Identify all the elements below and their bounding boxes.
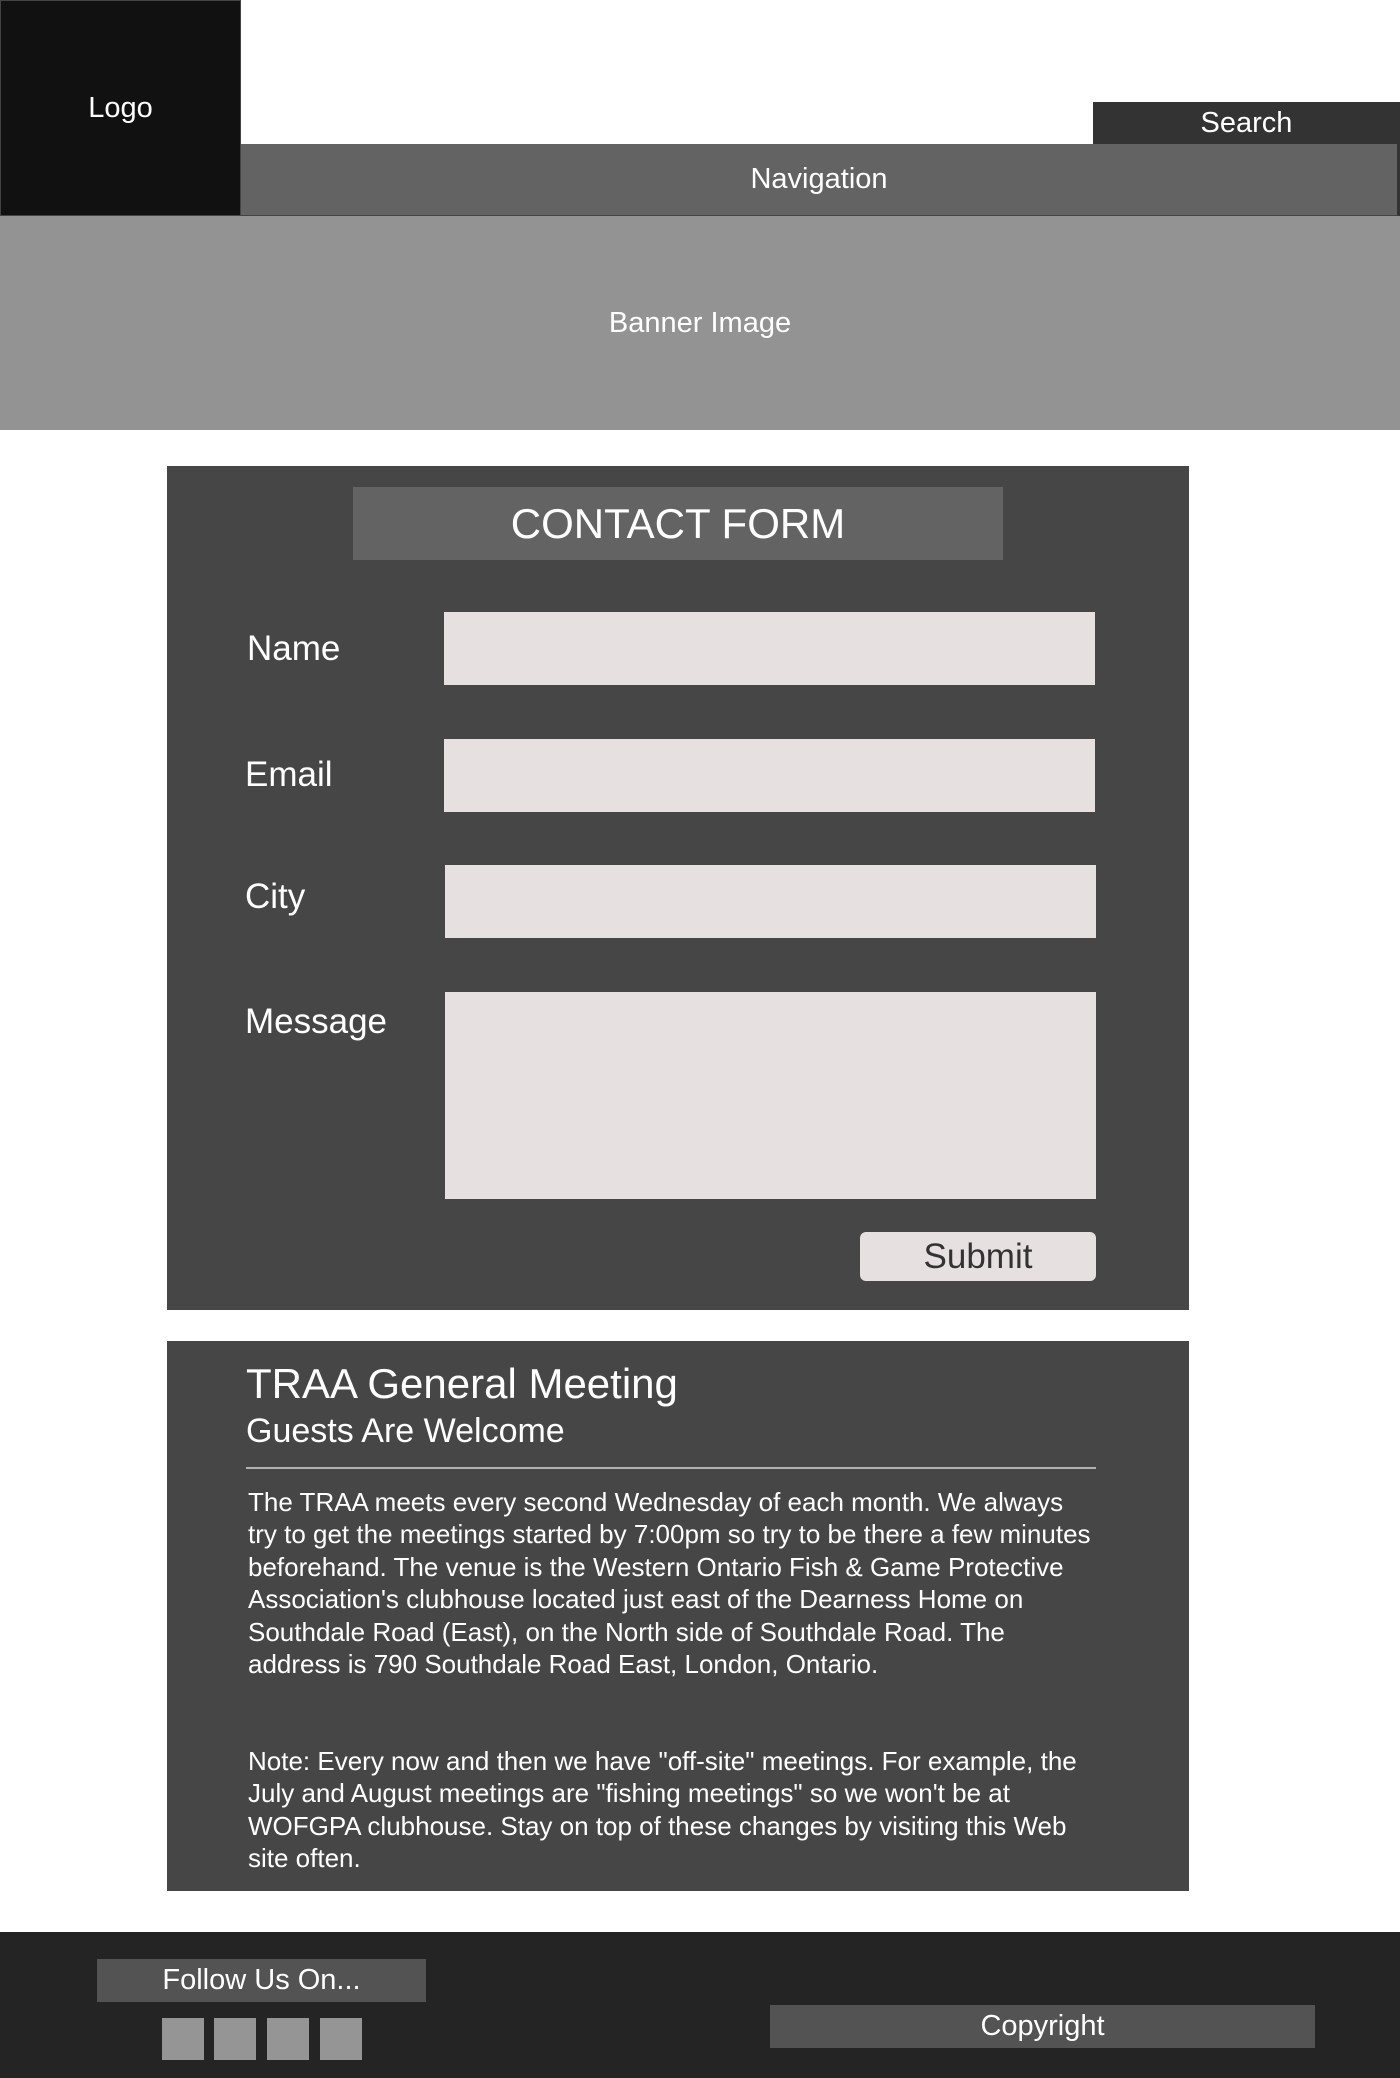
logo[interactable]: Logo [0,0,241,216]
message-label: Message [245,1002,388,1041]
message-field[interactable] [445,992,1096,1199]
city-field[interactable] [445,865,1096,938]
city-label: City [245,877,306,916]
meeting-divider [246,1467,1096,1469]
name-field[interactable] [444,612,1095,685]
banner-image: Banner Image [0,216,1400,430]
email-field[interactable] [444,739,1095,812]
follow-us-text: Follow Us On... [162,1964,361,1996]
meeting-title: TRAA General Meeting [246,1360,678,1407]
submit-button[interactable]: Submit [860,1232,1096,1281]
social-icon[interactable] [162,2018,204,2060]
copyright-text: Copyright [980,2010,1105,2042]
navigation-bar[interactable]: Navigation [241,144,1400,216]
follow-us-label: Follow Us On... [97,1959,426,2002]
search-label: Search [1200,106,1293,139]
email-label: Email [245,755,333,794]
name-label: Name [247,629,341,668]
copyright: Copyright [770,2005,1315,2048]
logo-label: Logo [88,91,153,124]
contact-form-title: CONTACT FORM [353,487,1003,560]
navigation-label: Navigation [750,163,888,195]
meeting-subtitle: Guests Are Welcome [246,1412,565,1450]
contact-form-title-text: CONTACT FORM [510,499,846,547]
social-icon[interactable] [320,2018,362,2060]
search-button[interactable]: Search [1093,102,1400,144]
meeting-note: Note: Every now and then we have "off-si… [248,1746,1077,1874]
social-icon[interactable] [214,2018,256,2060]
social-icon[interactable] [267,2018,309,2060]
meeting-paragraph: The TRAA meets every second Wednesday of… [248,1487,1091,1680]
banner-label: Banner Image [608,306,792,339]
